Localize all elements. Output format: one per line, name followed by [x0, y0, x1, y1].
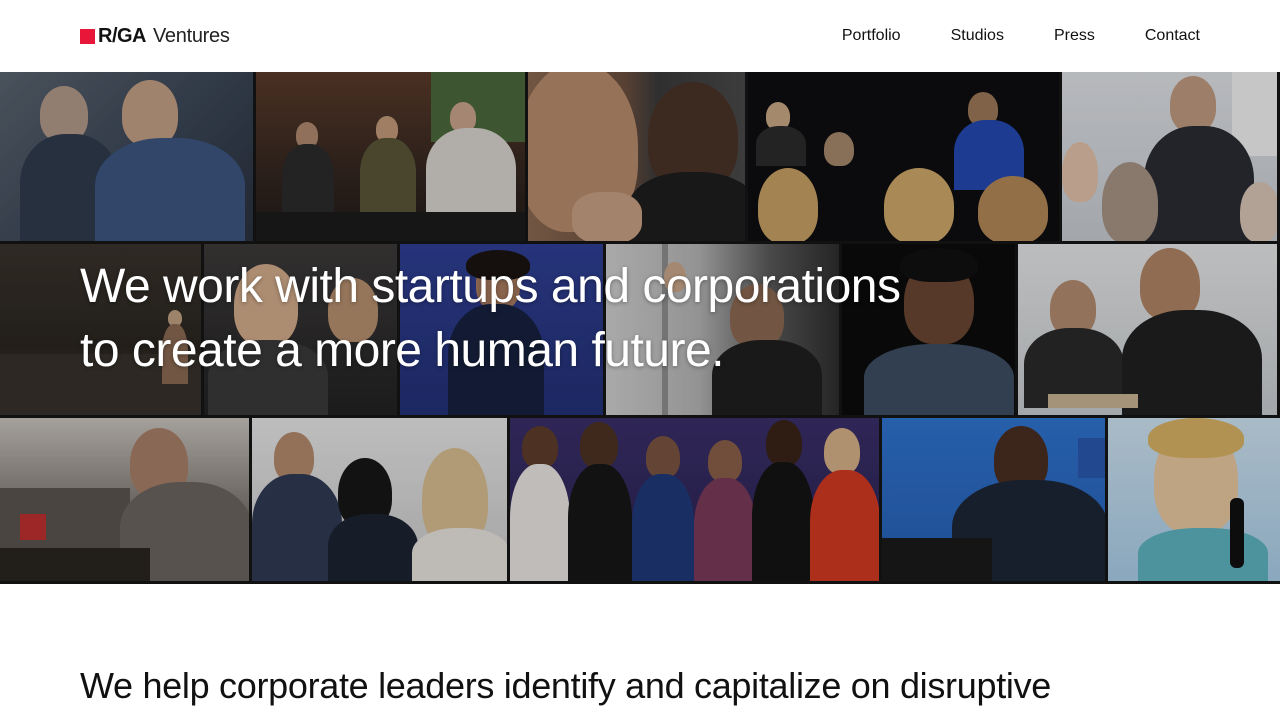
hero-headline: We work with startups and corporations t… [80, 255, 1080, 383]
hero-headline-line-1: We work with startups and corporations [80, 260, 901, 313]
nav-link-portfolio[interactable]: Portfolio [842, 24, 901, 48]
nav-link-studios[interactable]: Studios [951, 24, 1004, 48]
brand-logo[interactable]: R/GA Ventures [80, 24, 230, 48]
site-header: R/GA Ventures Portfolio Studios Press Co… [0, 0, 1280, 72]
hero-headline-line-2: to create a more human future. [80, 324, 725, 377]
main-nav: Portfolio Studios Press Contact [842, 24, 1200, 48]
brand-mark: R/GA [98, 25, 147, 47]
nav-link-press[interactable]: Press [1054, 24, 1095, 48]
nav-link-contact[interactable]: Contact [1145, 24, 1200, 48]
brand-square-icon [80, 28, 95, 44]
brand-wordmark: Ventures [153, 25, 230, 47]
hero-photo-mosaic: We work with startups and corporations t… [0, 72, 1280, 584]
intro-statement: We help corporate leaders identify and c… [80, 665, 1052, 706]
